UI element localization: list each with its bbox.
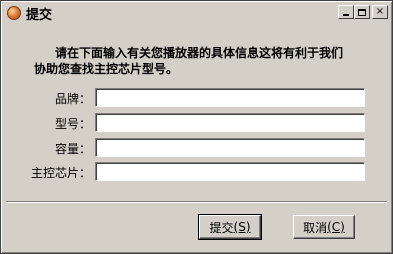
brand-label: 品牌： [54, 92, 91, 106]
submit-button[interactable]: 提交 (S) [198, 214, 262, 240]
controller-chip-row: 主控芯片： [1, 162, 393, 182]
submit-dialog: 提交 × 请在下面输入有关您播放器的具体信息这将有利于我们 协助您查找主控芯片型… [0, 0, 393, 254]
cancel-button[interactable]: 取消 (C) [293, 215, 355, 239]
cancel-accelerator: (C) [327, 220, 345, 234]
minimize-icon [343, 14, 349, 16]
capacity-label: 容量： [54, 142, 91, 156]
instruction-line-2: 协助您查找主控芯片型号。 [34, 62, 179, 76]
cancel-button-label: 取消 [303, 220, 328, 235]
capacity-field[interactable] [95, 138, 365, 157]
controller-chip-label: 主控芯片： [30, 166, 91, 180]
instruction-line-1: 请在下面输入有关您播放器的具体信息这将有利于我们 [55, 46, 344, 60]
submit-accelerator: (S) [233, 220, 251, 234]
title-bar[interactable]: 提交 × [3, 3, 390, 23]
instruction-text: 请在下面输入有关您播放器的具体信息这将有利于我们 协助您查找主控芯片型号。 [34, 45, 379, 77]
app-orb-icon [7, 6, 21, 20]
model-field[interactable] [95, 113, 365, 132]
window-controls: × [338, 5, 388, 19]
window-title: 提交 [26, 7, 53, 23]
capacity-row: 容量： [1, 138, 393, 158]
model-row: 型号： [1, 113, 393, 133]
maximize-button[interactable] [354, 5, 370, 19]
divider [6, 201, 387, 203]
brand-row: 品牌： [1, 88, 393, 108]
maximize-icon [358, 8, 366, 16]
submit-button-label: 提交 [209, 220, 234, 235]
controller-chip-field[interactable] [95, 162, 365, 181]
minimize-button[interactable] [338, 5, 354, 19]
close-button[interactable]: × [372, 5, 388, 19]
close-icon: × [375, 6, 385, 17]
brand-field[interactable] [95, 88, 365, 107]
model-label: 型号： [54, 117, 91, 131]
